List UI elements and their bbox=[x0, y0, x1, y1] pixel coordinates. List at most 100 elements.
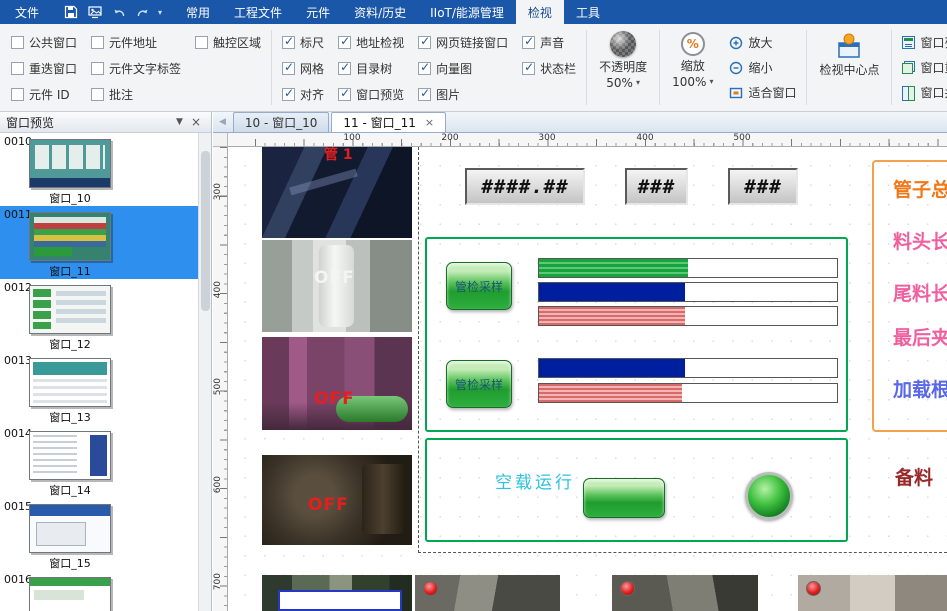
window-thumbnail[interactable] bbox=[29, 431, 111, 480]
checkbox[interactable] bbox=[91, 88, 104, 101]
checkbox[interactable] bbox=[522, 36, 535, 49]
checkbox[interactable] bbox=[522, 62, 535, 75]
toggle-vector-graphics[interactable]: 向量图 bbox=[418, 60, 508, 77]
blue-frame-element[interactable] bbox=[278, 590, 402, 611]
checkbox[interactable] bbox=[282, 88, 295, 101]
window-cascade-button[interactable]: 窗口重叠 bbox=[902, 59, 947, 76]
window-tile-button[interactable]: 窗口并列 bbox=[902, 84, 947, 101]
window-item-16[interactable]: 0016 bbox=[0, 571, 199, 611]
toggle-picture[interactable]: 图片 bbox=[418, 86, 508, 103]
pipe-sample-button-1[interactable]: 管检采样 bbox=[446, 262, 512, 310]
bargraph-red-1[interactable] bbox=[538, 306, 838, 326]
design-canvas[interactable]: 管 1 OFF OFF OFF ####.## ### ### 管检采样 bbox=[228, 147, 947, 611]
panel-close-icon[interactable] bbox=[187, 115, 205, 129]
bargraph-green[interactable] bbox=[538, 258, 838, 278]
tab-view[interactable]: 检视 bbox=[516, 0, 564, 24]
doc-tab-window-11[interactable]: 11 - 窗口_11 bbox=[331, 112, 446, 132]
window-item-13[interactable]: 0013 窗口_13 bbox=[0, 352, 199, 425]
zoom-in-button[interactable]: 放大 bbox=[729, 34, 796, 51]
toggle-ruler[interactable]: 标尺 bbox=[282, 34, 324, 51]
idle-run-button[interactable] bbox=[583, 478, 665, 518]
checkbox[interactable] bbox=[11, 62, 24, 75]
toggle-status-bar[interactable]: 状态栏 bbox=[522, 60, 576, 77]
dropdown-caret-icon[interactable] bbox=[636, 78, 640, 87]
opacity-control[interactable]: 不透明度 50% bbox=[590, 26, 656, 109]
machine-photo-3[interactable]: OFF bbox=[262, 337, 412, 430]
toggle-web-link-window[interactable]: 网页链接窗口 bbox=[418, 34, 508, 51]
tab-data-history[interactable]: 资料/历史 bbox=[342, 0, 418, 24]
toggle-address-view[interactable]: 地址检视 bbox=[338, 34, 404, 51]
window-thumbnail[interactable] bbox=[29, 285, 111, 334]
window-thumbnail[interactable] bbox=[29, 504, 111, 553]
sidebar-scrollbar[interactable] bbox=[198, 133, 211, 611]
dropdown-caret-icon[interactable] bbox=[709, 77, 713, 86]
window-thumbnail[interactable] bbox=[29, 358, 111, 407]
save-icon[interactable] bbox=[62, 4, 79, 21]
undo-icon[interactable] bbox=[110, 4, 127, 21]
checkbox[interactable] bbox=[11, 88, 24, 101]
machine-photo-bottom-2[interactable] bbox=[612, 575, 758, 611]
export-image-icon[interactable] bbox=[86, 4, 103, 21]
window-thumbnail[interactable] bbox=[29, 212, 111, 261]
scrollbar-thumb[interactable] bbox=[201, 151, 210, 311]
numeric-display-3[interactable]: ### bbox=[728, 168, 798, 205]
view-center-button[interactable]: 检视中心点 bbox=[810, 26, 888, 109]
machine-photo-bottom-3[interactable] bbox=[798, 575, 947, 611]
machine-photo-bottom-1[interactable] bbox=[415, 575, 560, 611]
toggle-window-preview[interactable]: 窗口预览 bbox=[338, 86, 404, 103]
checkbox[interactable] bbox=[91, 62, 104, 75]
numeric-display-2[interactable]: ### bbox=[625, 168, 688, 205]
tab-iiot-energy[interactable]: IIoT/能源管理 bbox=[418, 0, 516, 24]
window-thumbnail[interactable] bbox=[29, 577, 111, 611]
bargraph-blue-2[interactable] bbox=[538, 358, 838, 378]
machine-photo-2[interactable]: OFF bbox=[262, 240, 412, 332]
green-led-indicator[interactable] bbox=[745, 472, 793, 520]
toggle-overlay-window[interactable]: 重迭窗口 bbox=[11, 60, 77, 77]
zoom-control[interactable]: 缩放 100% bbox=[663, 26, 722, 109]
toggle-element-address[interactable]: 元件地址 bbox=[91, 34, 181, 51]
toggle-element-id[interactable]: 元件 ID bbox=[11, 86, 77, 103]
window-item-10[interactable]: 0010 窗口_10 bbox=[0, 133, 199, 206]
checkbox[interactable] bbox=[338, 36, 351, 49]
checkbox[interactable] bbox=[91, 36, 104, 49]
checkbox[interactable] bbox=[11, 36, 24, 49]
window-item-11[interactable]: 0011 窗口_11 bbox=[0, 206, 199, 279]
quick-access-caret-icon[interactable] bbox=[158, 8, 162, 17]
numeric-display-1[interactable]: ####.## bbox=[465, 168, 585, 205]
checkbox[interactable] bbox=[282, 62, 295, 75]
close-tab-icon[interactable] bbox=[425, 116, 434, 129]
checkbox[interactable] bbox=[195, 36, 208, 49]
pipe-sample-button-2[interactable]: 管检采样 bbox=[446, 360, 512, 408]
bargraph-blue-1[interactable] bbox=[538, 282, 838, 302]
window-list-button[interactable]: 窗口列表 bbox=[902, 34, 947, 51]
window-item-15[interactable]: 0015 窗口_15 bbox=[0, 498, 199, 571]
tab-scroll-left-icon[interactable] bbox=[216, 117, 233, 132]
tab-project-files[interactable]: 工程文件 bbox=[222, 0, 294, 24]
panel-dropdown-icon[interactable] bbox=[172, 117, 187, 127]
toggle-touch-area[interactable]: 触控区域 bbox=[195, 34, 261, 51]
checkbox[interactable] bbox=[338, 88, 351, 101]
toggle-tree-view[interactable]: 目录树 bbox=[338, 60, 404, 77]
tab-common[interactable]: 常用 bbox=[174, 0, 222, 24]
checkbox[interactable] bbox=[338, 62, 351, 75]
zoom-out-button[interactable]: 缩小 bbox=[729, 59, 796, 76]
toggle-public-window[interactable]: 公共窗口 bbox=[11, 34, 77, 51]
doc-tab-window-10[interactable]: 10 - 窗口_10 bbox=[233, 112, 330, 132]
tab-tools[interactable]: 工具 bbox=[564, 0, 612, 24]
bargraph-red-2[interactable] bbox=[538, 383, 838, 403]
window-thumbnail[interactable] bbox=[29, 139, 111, 188]
file-menu[interactable]: 文件 bbox=[0, 0, 54, 24]
checkbox[interactable] bbox=[282, 36, 295, 49]
window-item-14[interactable]: 0014 窗口_14 bbox=[0, 425, 199, 498]
checkbox[interactable] bbox=[418, 88, 431, 101]
redo-icon[interactable] bbox=[134, 4, 151, 21]
toggle-element-text-label[interactable]: 元件文字标签 bbox=[91, 60, 181, 77]
checkbox[interactable] bbox=[418, 36, 431, 49]
toggle-grid[interactable]: 网格 bbox=[282, 60, 324, 77]
tab-components[interactable]: 元件 bbox=[294, 0, 342, 24]
toggle-sound[interactable]: 声音 bbox=[522, 34, 576, 51]
machine-photo-4[interactable]: OFF bbox=[262, 455, 412, 545]
window-item-12[interactable]: 0012 窗口_12 bbox=[0, 279, 199, 352]
checkbox[interactable] bbox=[418, 62, 431, 75]
machine-photo-1[interactable]: 管 1 bbox=[262, 147, 412, 238]
